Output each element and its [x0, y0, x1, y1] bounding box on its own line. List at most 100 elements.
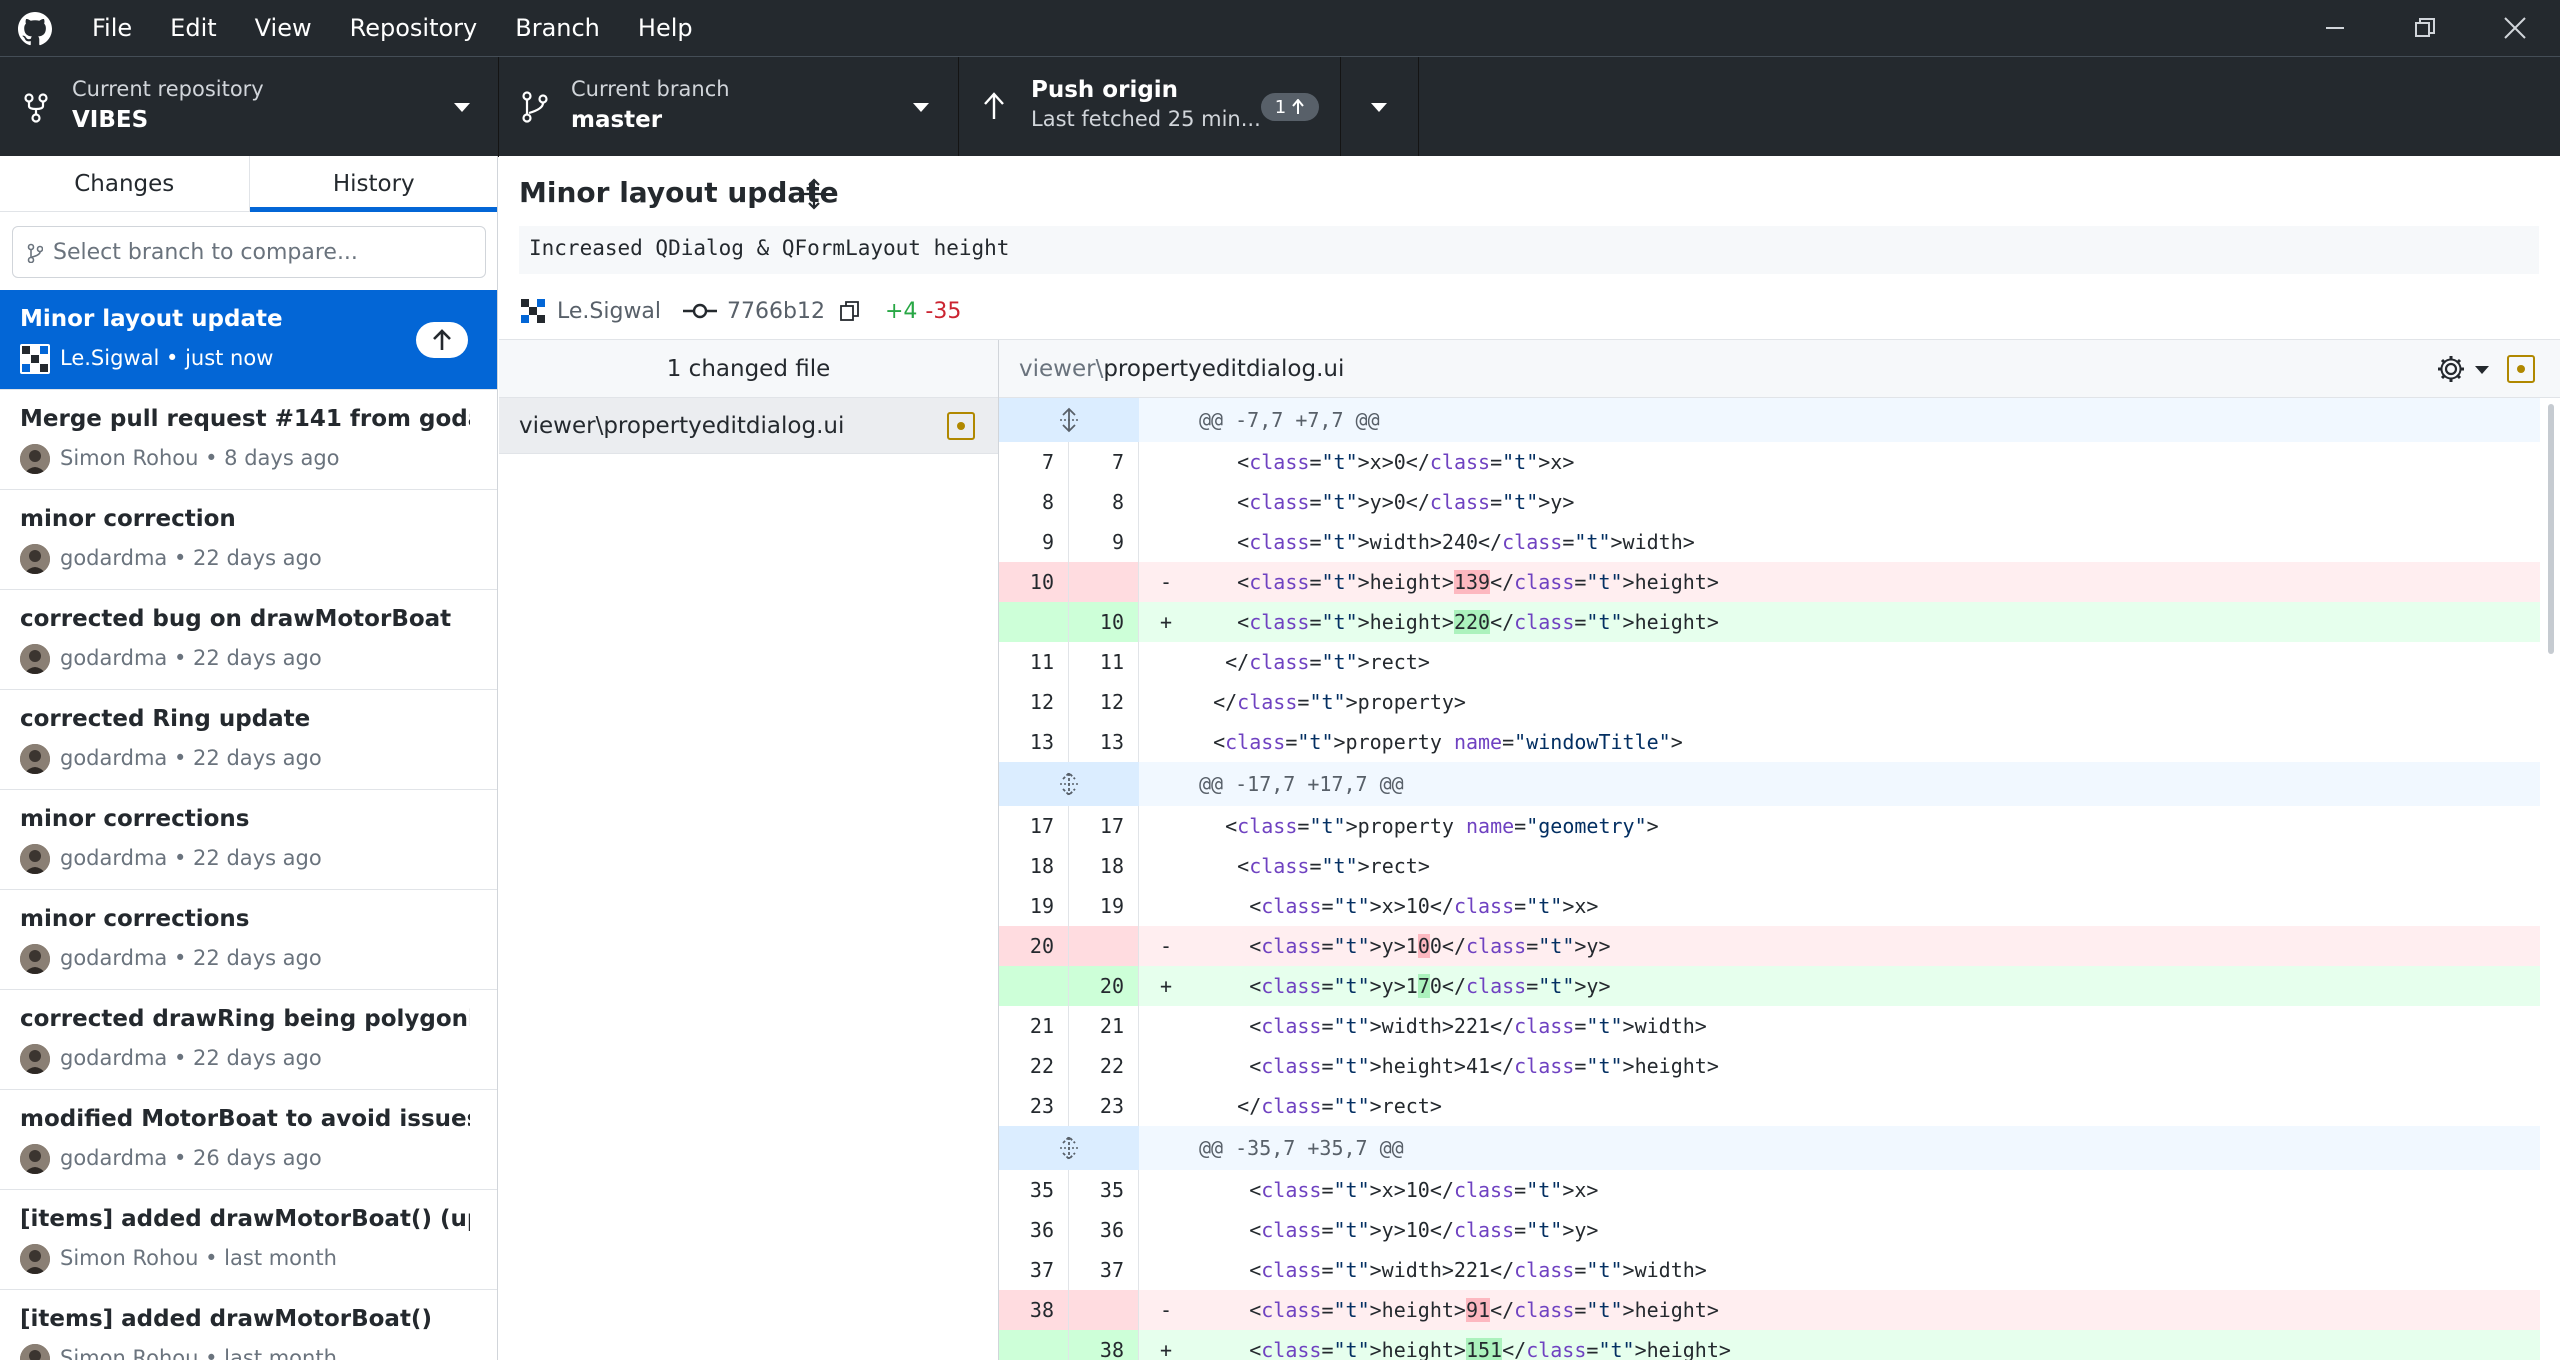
diff-code: <class="t">height>139</class="t">height> — [1181, 570, 1719, 594]
diff-file-header: viewer\ propertyeditdialog.ui — [999, 340, 2560, 398]
commit-list-item[interactable]: minor corrections godardma • 22 days ago — [0, 790, 497, 890]
commit-item-title: minor correction — [20, 506, 236, 532]
gear-icon[interactable] — [2435, 352, 2471, 386]
commit-list-item[interactable]: Merge pull request #141 from godardm... S… — [0, 390, 497, 490]
avatar — [521, 299, 545, 323]
push-title: Push origin — [1031, 77, 1179, 103]
diff-line[interactable]: 36 36 <class="t">y>10</class="t">y> — [999, 1210, 2540, 1250]
diff-line[interactable]: 23 23 </class="t">rect> — [999, 1086, 2540, 1126]
commit-list-item[interactable]: modified MotorBoat to avoid issues wh...… — [0, 1090, 497, 1190]
diff-line[interactable]: 20 - <class="t">y>100</class="t">y> — [999, 926, 2540, 966]
expand-hunk-button[interactable] — [999, 762, 1139, 806]
commit-list-item[interactable]: [items] added drawMotorBoat() (updat... S… — [0, 1190, 497, 1290]
menu-edit[interactable]: Edit — [170, 14, 216, 42]
expand-icon[interactable] — [799, 178, 829, 210]
commit-item-title: Merge pull request #141 from godardm... — [20, 406, 470, 432]
chevron-down-icon — [1371, 103, 1387, 112]
code-after: 0</class="t">y> — [1429, 934, 1611, 958]
branch-compare-input[interactable]: Select branch to compare... — [12, 226, 486, 278]
menu-help[interactable]: Help — [638, 14, 693, 42]
changed-text: 220 — [1453, 610, 1491, 634]
deletions-count: -35 — [925, 298, 962, 324]
menu-file[interactable]: File — [92, 14, 132, 42]
commit-item-meta: godardma • 22 days ago — [60, 1046, 322, 1070]
changed-text: 7 — [1417, 974, 1430, 998]
menu-view[interactable]: View — [255, 14, 312, 42]
diff-line[interactable]: 21 21 <class="t">width>221</class="t">wid… — [999, 1006, 2540, 1046]
hunk-header: @@ -17,7 +17,7 @@ — [999, 762, 2540, 806]
diff-line[interactable]: 13 13 <class="t">property name="windowTit… — [999, 722, 2540, 762]
restore-button[interactable] — [2380, 0, 2470, 56]
diff-line[interactable]: 37 37 <class="t">width>221</class="t">wid… — [999, 1250, 2540, 1290]
tab-history[interactable]: History — [248, 156, 497, 212]
diff-line[interactable]: 10 - <class="t">height>139</class="t">hei… — [999, 562, 2540, 602]
diff-line[interactable]: 10 + <class="t">height>220</class="t">hei… — [999, 602, 2540, 642]
diff-line[interactable]: 12 12 </class="t">property> — [999, 682, 2540, 722]
commit-item-author: godardma — [60, 846, 168, 870]
meta-separator: • — [167, 1146, 194, 1170]
commit-title: Minor layout update — [519, 176, 839, 209]
diff-line[interactable]: 35 35 <class="t">x>10</class="t">x> — [999, 1170, 2540, 1210]
diff-line[interactable]: 22 22 <class="t">height>41</class="t">hei… — [999, 1046, 2540, 1086]
commit-icon — [683, 303, 718, 319]
menu-branch[interactable]: Branch — [515, 14, 600, 42]
diff-line[interactable]: 88 <class="t">y>0</class="t">y> — [999, 482, 2540, 522]
avatar — [20, 1344, 50, 1360]
commit-list-item[interactable]: corrected bug on drawMotorBoat godardma •… — [0, 590, 497, 690]
avatar — [20, 344, 50, 374]
modified-file-icon — [947, 412, 975, 440]
diff-line[interactable]: 38 - <class="t">height>91</class="t">heig… — [999, 1290, 2540, 1330]
file-list-item[interactable]: viewer\propertyeditdialog.ui — [499, 398, 998, 454]
old-line-number — [999, 602, 1069, 642]
commit-item-author: godardma — [60, 746, 168, 770]
current-branch-button[interactable]: Current branch master — [499, 57, 959, 157]
diff-line[interactable]: 38 + <class="t">height>151</class="t">hei… — [999, 1330, 2540, 1360]
commit-list-item[interactable]: minor corrections godardma • 22 days ago — [0, 890, 497, 990]
push-origin-button[interactable]: Push origin Last fetched 25 min... 1 — [959, 57, 1341, 157]
chevron-down-icon[interactable] — [2475, 366, 2489, 374]
meta-separator: • — [159, 346, 186, 370]
expand-hunk-button[interactable] — [999, 1126, 1139, 1170]
commit-list: Minor layout update Le.Sigwal • just now M… — [0, 290, 497, 1360]
diff-sign: - — [1159, 934, 1173, 958]
commit-list-item[interactable]: corrected Ring update godardma • 22 days … — [0, 690, 497, 790]
diff-line[interactable]: 19 19 <class="t">x>10</class="t">x> — [999, 886, 2540, 926]
commit-item-title: [items] added drawMotorBoat() (updat... — [20, 1206, 470, 1232]
old-line-number: 17 — [999, 806, 1069, 846]
old-line-number — [999, 1330, 1069, 1360]
commit-item-title: modified MotorBoat to avoid issues wh... — [20, 1106, 470, 1132]
diff-line[interactable]: 77 <class="t">x>0</class="t">x> — [999, 442, 2540, 482]
copy-icon[interactable] — [839, 299, 861, 323]
commit-list-item[interactable]: [items] added drawMotorBoat() Simon Rohou… — [0, 1290, 497, 1360]
commit-list-item[interactable]: minor correction godardma • 22 days ago — [0, 490, 497, 590]
new-line-number — [1069, 1290, 1139, 1330]
diff-code: <class="t">x>10</class="t">x> — [1189, 894, 1599, 918]
hunk-header: @@ -7,7 +7,7 @@ — [999, 398, 2540, 442]
meta-separator: • — [198, 1246, 225, 1270]
menu-repository[interactable]: Repository — [350, 14, 478, 42]
diff-line[interactable]: 20 + <class="t">y>170</class="t">y> — [999, 966, 2540, 1006]
new-line-number: 9 — [1069, 522, 1139, 562]
commit-list-item[interactable]: Minor layout update Le.Sigwal • just now — [0, 290, 497, 390]
diff-line[interactable]: 18 18 <class="t">rect> — [999, 846, 2540, 886]
diff-line[interactable]: 99 <class="t">width>240</class="t">width… — [999, 522, 2540, 562]
commit-item-meta: Simon Rohou • last month — [60, 1246, 337, 1270]
commit-list-item[interactable]: corrected drawRing being polygonized goda… — [0, 990, 497, 1090]
diff-code: <class="t">y>10</class="t">y> — [1189, 1218, 1599, 1242]
commit-item-meta: Simon Rohou • 8 days ago — [60, 446, 340, 470]
commit-item-author: godardma — [60, 546, 168, 570]
tab-changes[interactable]: Changes — [0, 156, 249, 211]
diff-line[interactable]: 11 11 </class="t">rect> — [999, 642, 2540, 682]
close-window-button[interactable] — [2470, 0, 2560, 56]
current-repository-button[interactable]: Current repository VIBES — [0, 57, 499, 157]
diff-code: </class="t">property> — [1189, 690, 1466, 714]
code-after: </class="t">height> — [1490, 570, 1719, 594]
push-dropdown-button[interactable] — [1341, 57, 1419, 157]
avatar — [20, 544, 50, 574]
meta-separator: • — [167, 946, 194, 970]
scrollbar[interactable] — [2548, 404, 2554, 654]
diff-line[interactable]: 17 17 <class="t">property name="geometry"… — [999, 806, 2540, 846]
minimize-button[interactable] — [2290, 0, 2380, 56]
expand-hunk-button[interactable] — [999, 398, 1139, 442]
meta-separator: • — [167, 546, 194, 570]
